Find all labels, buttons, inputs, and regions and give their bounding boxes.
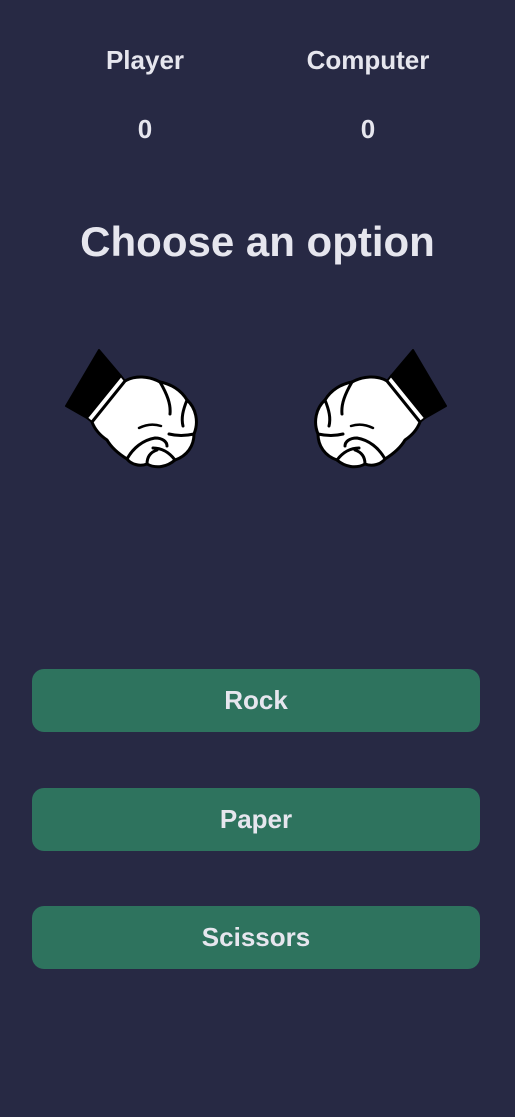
player-label: Player <box>105 45 185 75</box>
player-fist-icon <box>65 349 198 469</box>
choose-prompt: Choose an option <box>80 218 435 265</box>
scissors-button[interactable]: Scissors <box>32 906 480 969</box>
computer-label: Computer <box>306 45 430 75</box>
computer-fist-icon <box>314 349 447 469</box>
computer-score: 0 <box>360 114 376 144</box>
player-score: 0 <box>137 114 153 144</box>
rock-button[interactable]: Rock <box>32 669 480 732</box>
paper-button[interactable]: Paper <box>32 788 480 851</box>
